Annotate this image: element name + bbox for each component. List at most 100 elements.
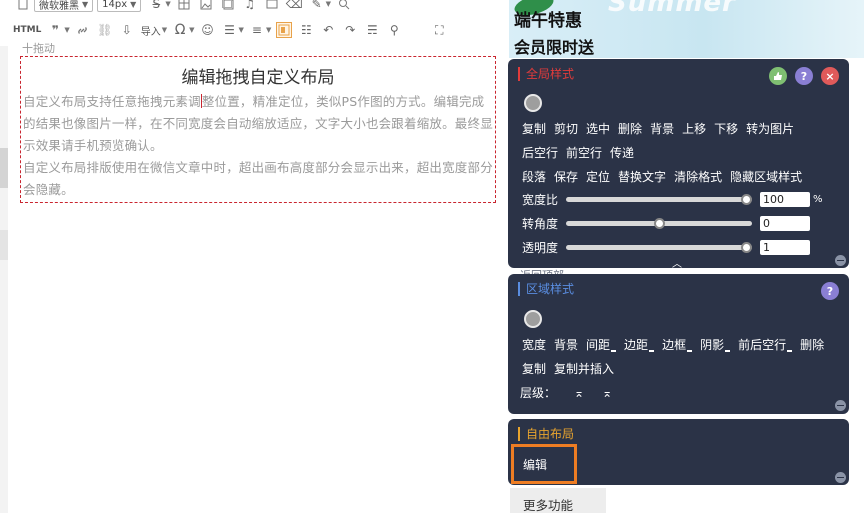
chevron-down-icon: ▼ bbox=[82, 0, 89, 9]
width-ratio-unit: % bbox=[813, 193, 823, 205]
more-functions-button[interactable]: 更多功能 bbox=[510, 488, 606, 513]
opacity-input[interactable]: 1 bbox=[760, 239, 810, 255]
global-move-up-button[interactable]: 上移 bbox=[682, 122, 706, 136]
help-icon[interactable]: ? bbox=[795, 67, 813, 85]
global-move-down-button[interactable]: 下移 bbox=[714, 122, 738, 136]
global-select-button[interactable]: 选中 bbox=[586, 122, 610, 136]
region-copy-button[interactable]: 复制 bbox=[522, 362, 546, 376]
layer-up-icon[interactable]: ⌅ bbox=[574, 386, 584, 400]
rotation-slider[interactable] bbox=[566, 217, 752, 229]
layer-top-icon[interactable]: ⌅ bbox=[602, 386, 612, 400]
region-border-button[interactable]: 边框 bbox=[662, 338, 692, 352]
format-painter-icon[interactable]: ✎ bbox=[309, 0, 325, 12]
drag-handle-label[interactable]: 十拖动 bbox=[22, 40, 55, 56]
region-copy-insert-button[interactable]: 复制并插入 bbox=[554, 362, 614, 376]
global-hide-region-style-button[interactable]: 隐藏区域样式 bbox=[730, 170, 802, 184]
table-icon[interactable] bbox=[176, 0, 192, 12]
video-icon[interactable] bbox=[264, 0, 280, 12]
search-icon[interactable] bbox=[336, 0, 352, 12]
collapse-icon[interactable]: ︿ bbox=[672, 255, 682, 270]
minimize-icon[interactable] bbox=[835, 255, 846, 266]
global-save-button[interactable]: 保存 bbox=[554, 170, 578, 184]
thumbs-up-icon[interactable] bbox=[769, 67, 787, 85]
import-icon[interactable]: ⇩ bbox=[119, 22, 135, 38]
layout-title[interactable]: 编辑拖拽自定义布局 bbox=[21, 63, 495, 88]
strikethrough-icon[interactable]: S̶ bbox=[148, 0, 164, 12]
left-edge-strip bbox=[0, 148, 8, 188]
color-picker-button[interactable] bbox=[524, 310, 542, 328]
global-clear-format-button[interactable]: 清除格式 bbox=[674, 170, 722, 184]
undo-icon[interactable]: ↶ bbox=[320, 22, 336, 38]
help-icon[interactable]: ? bbox=[821, 282, 839, 300]
link-icon[interactable] bbox=[75, 22, 91, 38]
minimize-icon[interactable] bbox=[835, 472, 846, 483]
global-replace-text-button[interactable]: 替换文字 bbox=[618, 170, 666, 184]
global-copy-button[interactable]: 复制 bbox=[522, 122, 546, 136]
close-icon[interactable]: × bbox=[821, 67, 839, 85]
opacity-slider[interactable] bbox=[566, 241, 752, 253]
chevron-down-icon[interactable]: ▼ bbox=[165, 0, 170, 8]
global-line-before-button[interactable]: 前空行 bbox=[566, 146, 602, 160]
import-button[interactable]: 导入 bbox=[141, 22, 161, 38]
global-position-button[interactable]: 定位 bbox=[586, 170, 610, 184]
region-spacing-button[interactable]: 间距 bbox=[586, 338, 616, 352]
chevron-down-icon[interactable]: ▼ bbox=[162, 26, 167, 34]
custom-layout-canvas[interactable]: 编辑拖拽自定义布局 自定义布局支持任意拖拽元素调整位置，精准定位，类似PS作图的… bbox=[20, 56, 496, 203]
rotation-knob[interactable] bbox=[653, 217, 665, 229]
rotation-label: 转角度 bbox=[522, 216, 559, 231]
rotation-input[interactable]: 0 bbox=[760, 215, 810, 231]
global-pass-button[interactable]: 传递 bbox=[610, 146, 634, 160]
free-layout-icon[interactable] bbox=[276, 22, 293, 38]
quote-icon[interactable]: ❞ bbox=[47, 22, 63, 38]
minimize-icon[interactable] bbox=[835, 400, 846, 411]
width-ratio-input[interactable]: 100 bbox=[760, 191, 810, 207]
unlink-icon[interactable]: ⛓ bbox=[97, 22, 113, 38]
bulleted-list-icon[interactable]: ☰ bbox=[222, 22, 238, 38]
image-gallery-icon[interactable] bbox=[220, 0, 236, 12]
global-paragraph-button[interactable]: 段落 bbox=[522, 170, 546, 184]
font-size-select[interactable]: 14px ▼ bbox=[97, 0, 142, 12]
layout-body-text[interactable]: 自定义布局支持任意拖拽元素调整位置，精准定位，类似PS作图的方式。编辑完成的结果… bbox=[23, 91, 493, 201]
fullscreen-icon[interactable]: ⛶ bbox=[431, 22, 447, 38]
free-layout-title: 自由布局 bbox=[518, 427, 574, 441]
global-actions-row-3: 段落 保存 定位 替换文字 清除格式 隐藏区域样式 bbox=[522, 168, 810, 185]
chevron-down-icon[interactable]: ▼ bbox=[266, 26, 271, 34]
global-delete-button[interactable]: 删除 bbox=[618, 122, 642, 136]
global-to-image-button[interactable]: 转为图片 bbox=[746, 122, 794, 136]
chevron-down-icon[interactable]: ▼ bbox=[326, 0, 331, 8]
opacity-knob[interactable] bbox=[741, 241, 752, 253]
font-family-select[interactable]: 微软雅黑 ▼ bbox=[34, 0, 94, 12]
width-ratio-knob[interactable] bbox=[741, 193, 752, 205]
chevron-down-icon[interactable]: ▼ bbox=[239, 26, 244, 34]
chevron-down-icon[interactable]: ▼ bbox=[64, 26, 69, 34]
eraser-icon[interactable]: ⌫ bbox=[286, 0, 303, 12]
region-width-button[interactable]: 宽度 bbox=[522, 338, 546, 352]
template-icon[interactable]: ☴ bbox=[364, 22, 380, 38]
region-margin-button[interactable]: 边距 bbox=[624, 338, 654, 352]
region-line-spacing-button[interactable]: 前后空行 bbox=[738, 338, 792, 352]
width-ratio-label: 宽度比 bbox=[522, 192, 559, 207]
width-ratio-slider[interactable] bbox=[566, 193, 752, 205]
region-background-button[interactable]: 背景 bbox=[554, 338, 578, 352]
redo-icon[interactable]: ↷ bbox=[342, 22, 358, 38]
width-ratio-row: 宽度比 100 % bbox=[522, 190, 823, 208]
edit-button[interactable]: 编辑 bbox=[511, 444, 577, 484]
emoji-icon[interactable]: ☺ bbox=[200, 22, 216, 38]
global-line-after-button[interactable]: 后空行 bbox=[522, 146, 558, 160]
region-delete-button[interactable]: 删除 bbox=[800, 338, 824, 352]
page-icon[interactable] bbox=[15, 0, 31, 12]
global-cut-button[interactable]: 剪切 bbox=[554, 122, 578, 136]
color-picker-button[interactable] bbox=[524, 94, 542, 112]
html-button[interactable]: HTML bbox=[13, 22, 41, 38]
left-gutter bbox=[0, 46, 8, 513]
numbered-list-icon[interactable]: ≡ bbox=[249, 22, 265, 38]
chevron-down-icon[interactable]: ▼ bbox=[189, 26, 194, 34]
align-left-icon[interactable]: ☷ bbox=[298, 22, 314, 38]
stamp-icon[interactable]: ⚲ bbox=[386, 22, 402, 38]
region-shadow-button[interactable]: 阴影 bbox=[700, 338, 730, 352]
omega-icon[interactable]: Ω bbox=[172, 22, 188, 38]
image-icon[interactable] bbox=[198, 0, 214, 12]
region-style-panel: 区域样式 ? 宽度 背景 间距 边距 边框 阴影 前后空行 删除 复制 复制并插入 层级： ⌅ … bbox=[508, 274, 849, 414]
global-background-button[interactable]: 背景 bbox=[650, 122, 674, 136]
music-icon[interactable]: ♫ bbox=[242, 0, 258, 12]
